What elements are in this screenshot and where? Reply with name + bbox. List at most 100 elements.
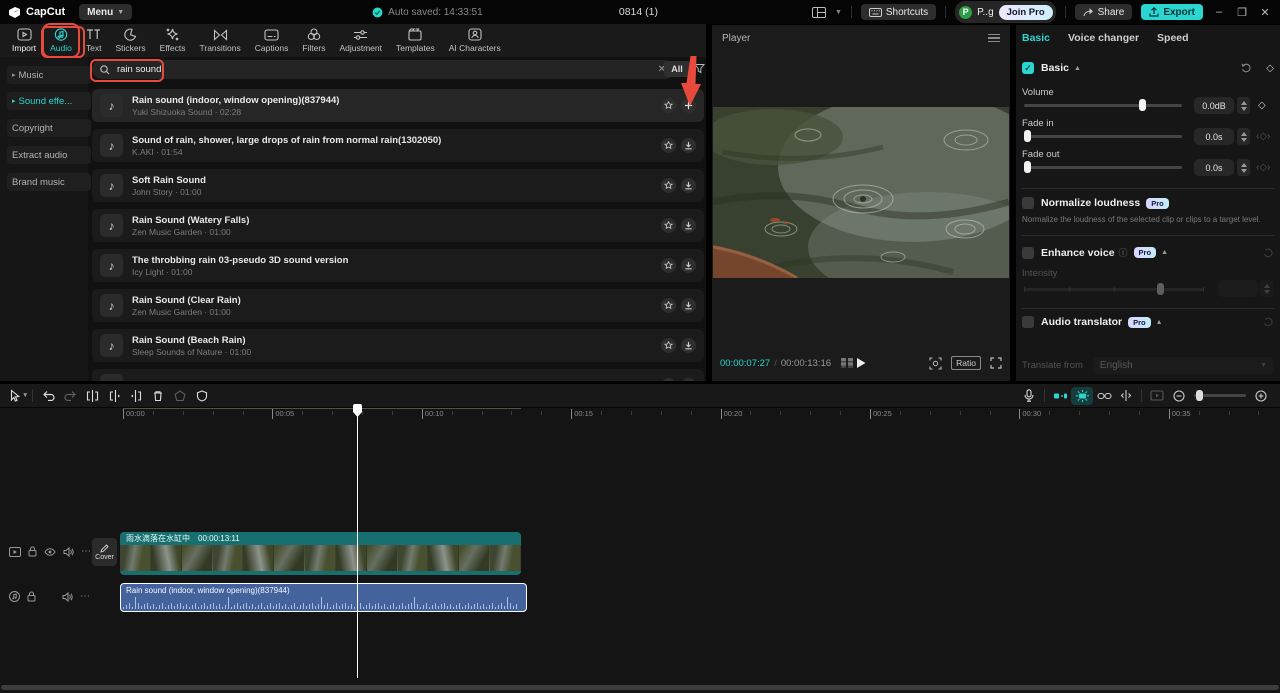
share-button[interactable]: Share	[1074, 4, 1133, 20]
favorite-button[interactable]	[661, 258, 676, 273]
undo-button[interactable]	[37, 387, 59, 405]
mute-icon[interactable]	[63, 546, 74, 557]
more-icon[interactable]: ⋯	[81, 546, 92, 557]
favorite-button[interactable]	[661, 298, 676, 313]
tab-transitions[interactable]: Transitions	[194, 25, 247, 56]
collapse-caret-icon[interactable]: ▲	[1074, 65, 1081, 72]
fade-in-stepper[interactable]	[1237, 128, 1250, 145]
tab-voice-changer[interactable]: Voice changer	[1068, 32, 1139, 44]
download-button[interactable]	[681, 338, 696, 353]
tab-effects[interactable]: Effects	[154, 25, 192, 56]
favorite-button[interactable]	[661, 178, 676, 193]
volume-value[interactable]: 0.0dB	[1194, 97, 1234, 114]
audio-list-item[interactable]: ♪ The throbbing rain 03-pseudo 3D sound …	[92, 249, 704, 282]
ratio-button[interactable]: Ratio	[951, 356, 981, 370]
audio-translator-checkbox[interactable]	[1022, 316, 1034, 328]
fade-out-slider[interactable]	[1024, 161, 1182, 173]
favorite-button[interactable]	[661, 218, 676, 233]
favorite-button[interactable]	[661, 378, 676, 381]
timeline-ruler[interactable]: 00:00 00:05 00:10 00:15 00:20 00:25 00:30 00:35	[0, 408, 1280, 421]
cover-button[interactable]: Cover	[92, 538, 117, 566]
favorite-button[interactable]	[661, 98, 676, 113]
sidebar-item-music[interactable]: ▸ Music	[7, 66, 91, 84]
download-button[interactable]	[681, 218, 696, 233]
sidebar-item-extract-audio[interactable]: Extract audio	[7, 146, 91, 164]
mute-icon[interactable]	[62, 591, 73, 602]
play-button[interactable]	[856, 357, 867, 369]
link-button[interactable]	[1093, 387, 1115, 405]
delete-right-button[interactable]	[125, 387, 147, 405]
volume-slider[interactable]	[1024, 99, 1182, 111]
player-menu-icon[interactable]	[988, 33, 1000, 43]
auto-ripple-button[interactable]	[1049, 387, 1071, 405]
volume-keyframe-icon[interactable]: ◇	[1258, 100, 1266, 111]
playhead-line[interactable]	[357, 404, 358, 678]
normalize-checkbox[interactable]	[1022, 197, 1034, 209]
tab-basic[interactable]: Basic	[1022, 32, 1050, 44]
fade-out-keyframe-icon[interactable]: ‹◇›	[1256, 162, 1270, 173]
audio-list-item[interactable]: ♪ Rain Sound (Rain Shi...	[92, 369, 704, 381]
fade-in-keyframe-icon[interactable]: ‹◇›	[1256, 131, 1270, 142]
audio-list-item[interactable]: ♪ Rain Sound (Watery Falls) Zen Music Ga…	[92, 209, 704, 242]
enhance-voice-checkbox[interactable]	[1022, 246, 1034, 259]
reset-icon[interactable]	[1240, 62, 1252, 74]
lock-icon[interactable]	[27, 591, 36, 602]
timeline-zoom-slider[interactable]	[1194, 390, 1246, 401]
zoom-slider-thumb[interactable]	[1196, 390, 1203, 401]
search-bar[interactable]: ✕	[92, 60, 674, 79]
info-icon[interactable]: ⓘ	[1119, 246, 1128, 259]
minimize-button[interactable]: –	[1212, 6, 1226, 18]
more-icon[interactable]: ⋯	[80, 591, 91, 602]
download-button[interactable]	[681, 378, 696, 381]
record-voiceover-button[interactable]	[1018, 387, 1040, 405]
eye-icon[interactable]	[44, 547, 56, 556]
zoom-out-button[interactable]	[1168, 387, 1190, 405]
sidebar-item-copyright[interactable]: Copyright	[7, 119, 91, 137]
video-preview[interactable]	[713, 107, 1009, 278]
volume-stepper[interactable]	[1237, 97, 1250, 114]
audio-clip[interactable]: Rain sound (indoor, window opening)(8379…	[120, 583, 527, 612]
fullscreen-icon[interactable]	[990, 357, 1002, 369]
audio-list-item[interactable]: ♪ Soft Rain Sound John Story · 01:00	[92, 169, 704, 202]
join-pro-button[interactable]: Join Pro	[998, 4, 1053, 20]
user-chip[interactable]: P P..g Join Pro	[955, 1, 1056, 23]
tab-templates[interactable]: Templates	[390, 25, 441, 56]
export-button[interactable]: Export	[1141, 4, 1203, 20]
layout-icon[interactable]	[811, 6, 826, 18]
maximize-button[interactable]: ❐	[1235, 6, 1249, 19]
favorite-button[interactable]	[661, 338, 676, 353]
mask-button[interactable]	[169, 387, 191, 405]
audio-list-item[interactable]: ♪ Rain sound (indoor, window opening)(83…	[92, 89, 704, 122]
tab-import[interactable]: Import	[6, 25, 42, 56]
collapse-caret-icon[interactable]: ▲	[1161, 249, 1168, 256]
chevron-down-icon[interactable]: ▼	[22, 392, 28, 399]
delete-left-button[interactable]	[103, 387, 125, 405]
horizontal-scrollbar[interactable]	[1, 685, 1279, 690]
menu-button[interactable]: Menu ▼	[79, 4, 133, 20]
lock-icon[interactable]	[28, 546, 37, 557]
split-button[interactable]	[81, 387, 103, 405]
audio-list-item[interactable]: ♪ Rain Sound (Beach Rain) Sleep Sounds o…	[92, 329, 704, 362]
collapse-caret-icon[interactable]: ▲	[1156, 319, 1163, 326]
shield-button[interactable]	[191, 387, 213, 405]
preview-render-button[interactable]	[1146, 387, 1168, 405]
tab-captions[interactable]: Captions	[249, 25, 295, 56]
sidebar-item-brand-music[interactable]: Brand music	[7, 173, 91, 191]
sidebar-item-sound-effects[interactable]: ▸ Sound effe...	[7, 92, 91, 110]
tab-adjustment[interactable]: Adjustment	[333, 25, 388, 56]
tab-ai-characters[interactable]: AI Characters	[443, 25, 507, 56]
download-button[interactable]	[681, 138, 696, 153]
shortcuts-button[interactable]: Shortcuts	[860, 4, 937, 20]
layout-chevron-icon[interactable]: ▼	[835, 9, 842, 16]
frame-view-icon[interactable]	[841, 358, 854, 368]
tab-speed[interactable]: Speed	[1157, 32, 1189, 44]
download-button[interactable]	[681, 298, 696, 313]
tab-stickers[interactable]: Stickers	[109, 25, 151, 56]
focus-icon[interactable]	[929, 356, 942, 370]
tab-filters[interactable]: Filters	[296, 25, 331, 56]
fade-out-value[interactable]: 0.0s	[1194, 159, 1234, 176]
audio-list-item[interactable]: ♪ Sound of rain, shower, large drops of …	[92, 129, 704, 162]
search-input[interactable]	[115, 63, 599, 76]
keyframe-diamond-icon[interactable]: ◇	[1266, 63, 1274, 74]
close-button[interactable]: ✕	[1258, 6, 1272, 19]
